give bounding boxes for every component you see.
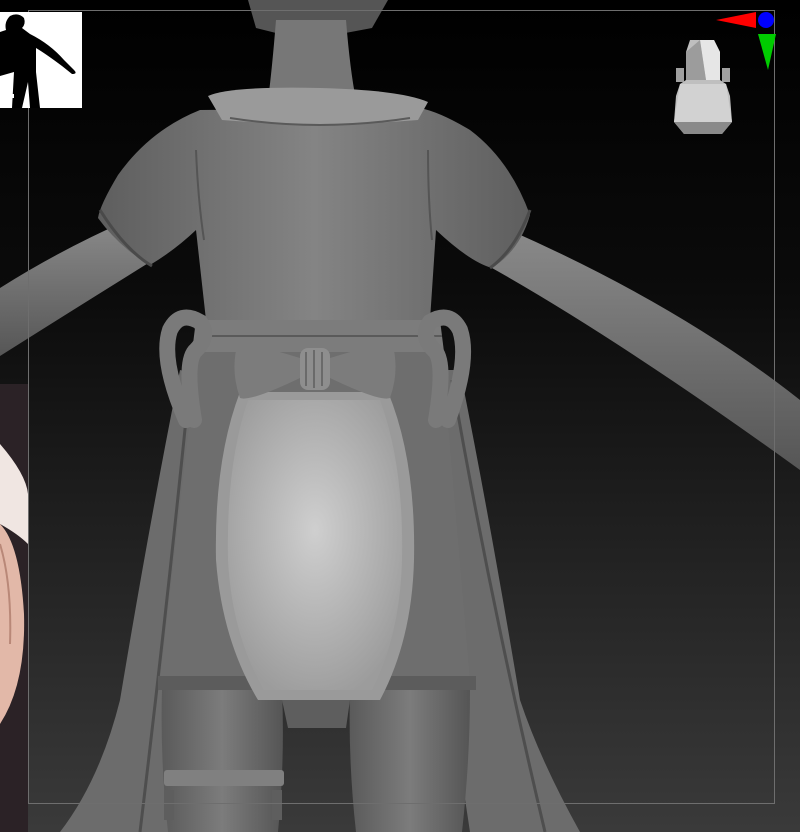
z-axis-dot-icon [758,12,774,28]
y-axis-arrow-icon [758,34,776,70]
x-axis-arrow-icon [716,12,756,28]
silhouette-figure-icon [0,12,82,108]
model-waistband [192,320,444,352]
axis-gizmo[interactable] [712,8,782,74]
model-apron [215,392,415,700]
reference-image [0,384,28,832]
3d-viewport[interactable] [0,0,800,832]
reference-image-panel[interactable] [0,384,28,832]
silhouette-thumbnail [0,12,82,108]
